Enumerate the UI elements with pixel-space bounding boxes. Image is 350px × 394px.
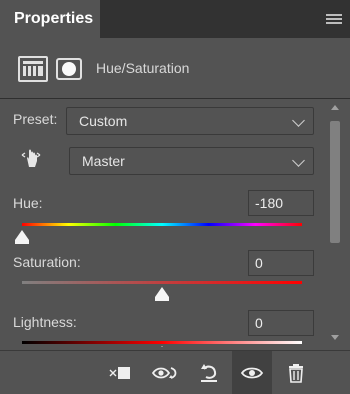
hue-input[interactable]: -180 bbox=[248, 190, 314, 216]
clip-to-layer-icon bbox=[109, 366, 130, 379]
scroll-up-arrow-icon[interactable] bbox=[331, 105, 339, 110]
lightness-input[interactable]: 0 bbox=[248, 310, 314, 336]
adjustment-header: Hue/Saturation bbox=[0, 38, 350, 99]
chevron-down-icon bbox=[292, 154, 305, 167]
properties-footer bbox=[0, 350, 350, 394]
tab-properties[interactable]: Properties bbox=[0, 0, 100, 38]
hue-saturation-icon bbox=[18, 56, 48, 82]
delete-button[interactable] bbox=[276, 351, 316, 394]
saturation-slider-thumb[interactable] bbox=[155, 287, 169, 301]
visibility-eye-icon bbox=[241, 367, 263, 378]
view-previous-state-button[interactable] bbox=[146, 351, 186, 394]
reset-button[interactable] bbox=[189, 351, 229, 394]
view-previous-state-icon bbox=[151, 366, 177, 379]
hue-label: Hue: bbox=[13, 195, 43, 211]
lightness-label: Lightness: bbox=[13, 314, 77, 330]
adjustment-title: Hue/Saturation bbox=[96, 60, 190, 76]
preset-select[interactable]: Custom bbox=[66, 107, 314, 135]
lightness-slider-track[interactable] bbox=[22, 341, 302, 344]
scroll-thumb[interactable] bbox=[330, 121, 340, 243]
layer-mask-icon[interactable] bbox=[56, 58, 82, 80]
trash-icon bbox=[289, 363, 303, 383]
hue-slider-thumb[interactable] bbox=[15, 230, 29, 244]
visibility-toggle-button[interactable] bbox=[232, 351, 272, 394]
clip-to-layer-button[interactable] bbox=[100, 351, 140, 394]
adjustment-content: Preset: Custom Master Hue: -180 Saturati… bbox=[0, 99, 350, 347]
channel-value: Master bbox=[82, 153, 125, 169]
preset-label: Preset: bbox=[13, 111, 58, 127]
tab-bar: Properties bbox=[0, 0, 350, 38]
lightness-slider-thumb[interactable] bbox=[155, 346, 169, 347]
hue-slider-track[interactable] bbox=[22, 223, 302, 226]
saturation-slider-track[interactable] bbox=[22, 281, 302, 284]
targeted-adjustment-hand-icon[interactable] bbox=[20, 147, 42, 169]
reset-icon bbox=[201, 363, 217, 382]
hamburger-menu-icon[interactable] bbox=[326, 14, 342, 26]
properties-panel: Properties Hue/Saturation Preset: Custom bbox=[0, 0, 350, 394]
saturation-input[interactable]: 0 bbox=[248, 250, 314, 276]
chevron-down-icon bbox=[292, 114, 305, 127]
scrollbar[interactable] bbox=[327, 99, 343, 347]
preset-value: Custom bbox=[79, 113, 128, 129]
scroll-down-arrow-icon[interactable] bbox=[331, 335, 339, 340]
saturation-label: Saturation: bbox=[13, 254, 81, 270]
channel-select[interactable]: Master bbox=[69, 147, 314, 175]
